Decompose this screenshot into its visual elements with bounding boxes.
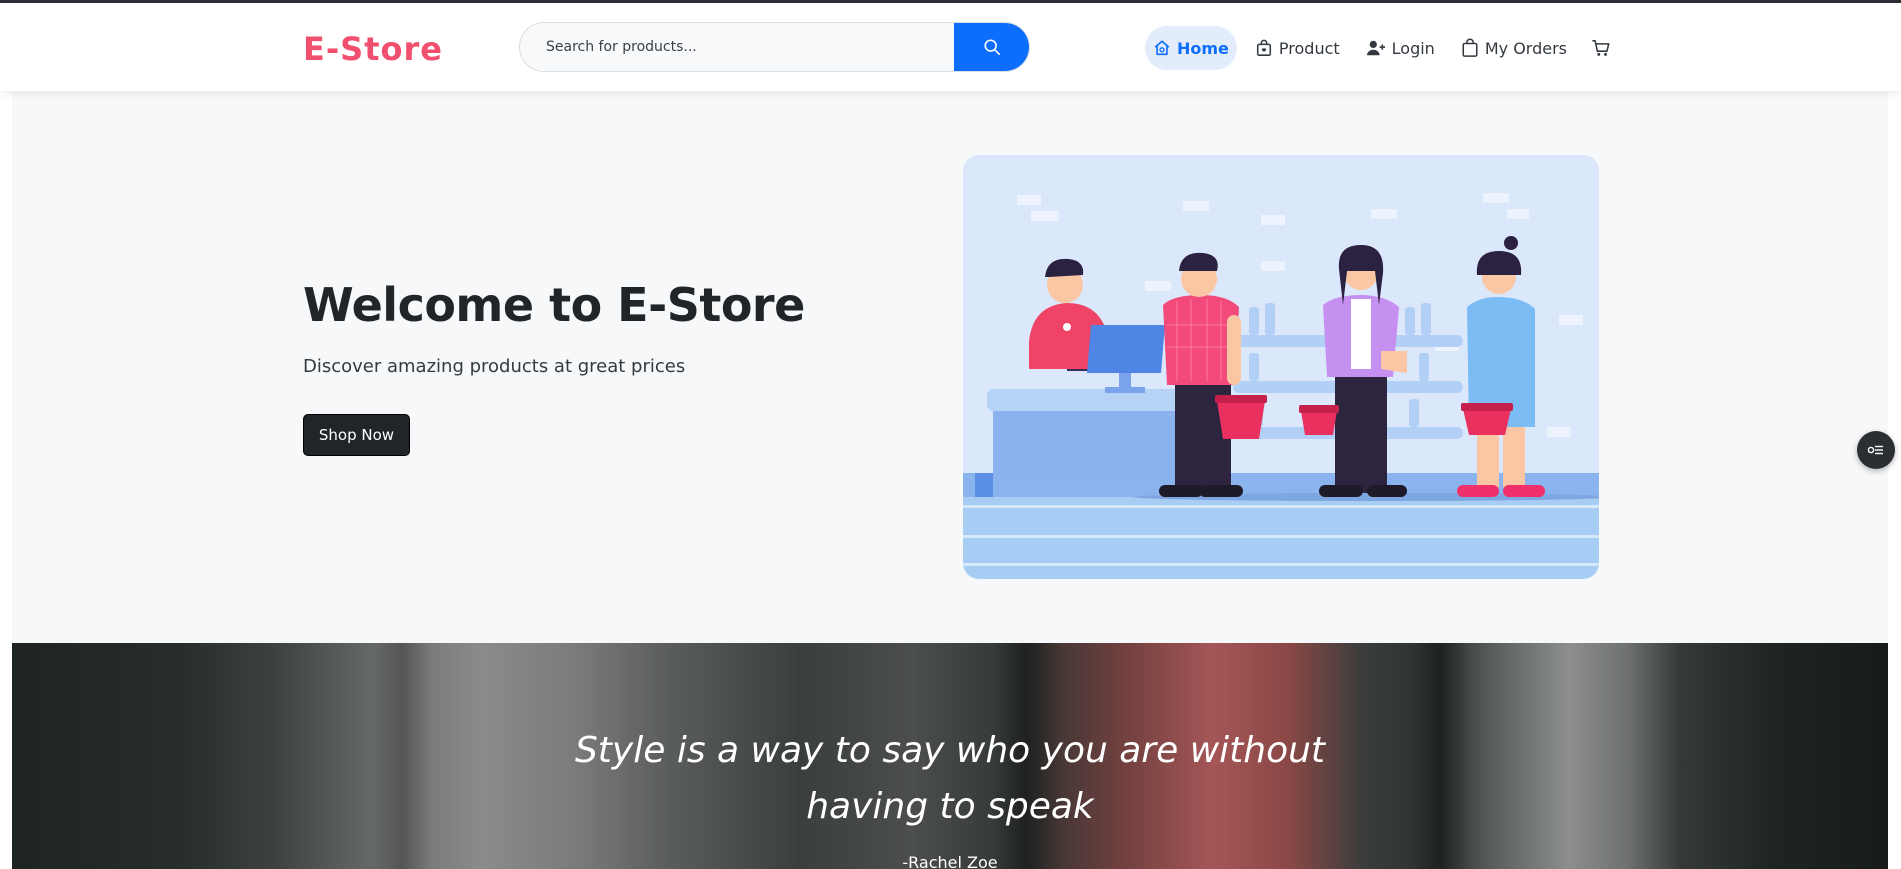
nav-item-product[interactable]: Product (1247, 26, 1348, 70)
quote-line-2: having to speak (806, 786, 1094, 827)
shopping-bag-icon (1256, 39, 1271, 56)
user-plus-icon (1366, 40, 1385, 56)
hero-section: Welcome to E-Store Discover amazing prod… (12, 91, 1888, 643)
search-button[interactable] (954, 23, 1029, 71)
cart-icon (1592, 39, 1610, 56)
quote-banner: Style is a way to say who you are withou… (12, 643, 1888, 869)
nav-item-home[interactable]: Home (1145, 26, 1237, 70)
search-bar (519, 22, 1030, 72)
shop-now-button[interactable]: Shop Now (303, 414, 410, 456)
home-icon (1154, 40, 1170, 56)
nav-item-label: Product (1278, 38, 1340, 58)
nav-item-my-orders[interactable]: My Orders (1453, 26, 1575, 70)
floating-toggle-button[interactable] (1857, 431, 1895, 469)
main-nav: Home Product Login My Orders (1145, 25, 1627, 71)
search-input[interactable] (520, 23, 955, 71)
nav-item-label: Login (1391, 38, 1435, 58)
bag-icon (1462, 38, 1478, 57)
quote-author: -Rachel Zoe (902, 853, 998, 869)
hero-subtitle: Discover amazing products at great price… (303, 356, 686, 377)
toggle-list-icon (1867, 445, 1883, 455)
quote-text: Style is a way to say who you are withou… (12, 723, 1888, 835)
search-icon (984, 39, 1001, 56)
quote-line-1: Style is a way to say who you are withou… (574, 730, 1326, 771)
navbar: E-Store Home Product (0, 3, 1901, 91)
nav-item-cart[interactable] (1585, 26, 1617, 70)
brand-logo[interactable]: E-Store (303, 30, 443, 68)
hero-title: Welcome to E-Store (303, 278, 805, 332)
nav-item-label: Home (1177, 38, 1229, 58)
nav-item-label: My Orders (1484, 38, 1567, 58)
hero-illustration (963, 155, 1599, 579)
nav-item-login[interactable]: Login (1358, 26, 1443, 70)
